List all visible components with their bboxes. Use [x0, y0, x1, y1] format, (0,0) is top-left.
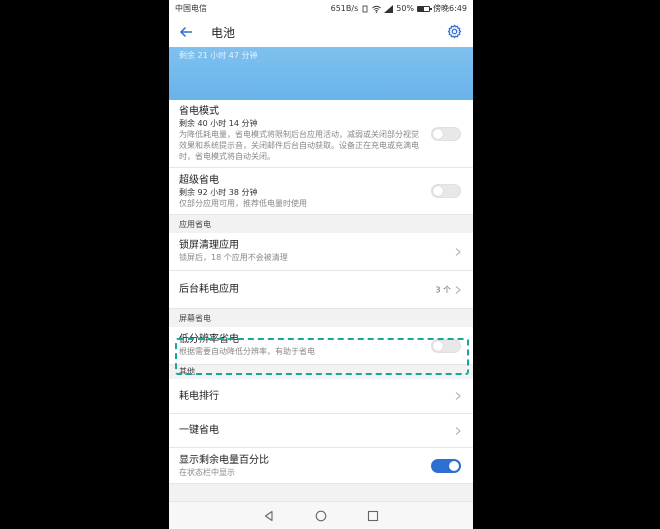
battery-fill [418, 6, 424, 11]
vibrate-icon [362, 5, 368, 12]
one-key-saving-title: 一键省电 [179, 425, 219, 436]
low-resolution-toggle[interactable] [431, 338, 461, 353]
toggle-knob [449, 460, 459, 471]
settings-list: 省电模式 剩余 40 小时 14 分钟 为降低耗电量，省电模式将限制后台应用活动… [169, 100, 473, 484]
show-percentage-desc: 在状态栏中显示 [179, 468, 235, 477]
lock-screen-clean-control [455, 247, 461, 256]
ultra-saving-title: 超级省电 [179, 175, 219, 186]
battery-header: 剩余 21 小时 47 分钟 [169, 47, 473, 100]
ultra-saving-toggle[interactable] [431, 184, 461, 198]
section-other: 其他 [169, 365, 473, 379]
power-ranking-item[interactable]: 耗电排行 [169, 379, 473, 414]
chevron-right-icon [455, 392, 461, 400]
low-resolution-item[interactable]: 低分辨率省电 根据需要自动降低分辨率，有助于省电 [169, 327, 473, 365]
power-saving-title: 省电模式 [179, 106, 219, 117]
power-saving-desc: 为降低耗电量，省电模式将限制后台应用活动，减弱或关闭部分视觉效果和系统提示音，关… [179, 130, 419, 161]
arrow-left-icon [179, 26, 192, 38]
phone-screen: 中国电信 651B/s 50% 傍晚6:49 电池 剩余 21 小时 47 分钟… [169, 0, 473, 529]
one-key-saving-item[interactable]: 一键省电 [169, 414, 473, 448]
power-saving-remaining: 剩余 40 小时 14 分钟 [179, 119, 258, 128]
background-apps-count: 3 个 [435, 285, 451, 294]
section-screen-saving: 屏幕省电 [169, 309, 473, 327]
toggle-knob [433, 340, 443, 351]
section-app-saving: 应用省电 [169, 215, 473, 233]
clock: 傍晚6:49 [433, 4, 467, 13]
battery-percent: 50% [396, 4, 415, 13]
lock-screen-clean-item[interactable]: 锁屏清理应用 锁屏后，18 个应用不会被清理 [169, 233, 473, 271]
navigation-bar [169, 501, 473, 529]
power-ranking-title: 耗电排行 [179, 391, 219, 402]
ultra-saving-remaining: 剩余 92 小时 38 分钟 [179, 188, 258, 197]
back-button[interactable] [179, 23, 197, 41]
settings-button[interactable] [447, 24, 463, 40]
lock-screen-clean-desc: 锁屏后，18 个应用不会被清理 [179, 253, 288, 262]
show-percentage-toggle[interactable] [431, 458, 461, 473]
nav-back-button[interactable] [263, 510, 275, 522]
lock-screen-clean-title: 锁屏清理应用 [179, 240, 239, 251]
power-saving-toggle[interactable] [431, 126, 461, 141]
one-key-saving-control [455, 426, 461, 435]
ultra-power-saving-item[interactable]: 超级省电 剩余 92 小时 38 分钟 仅部分应用可用，推荐低电量时使用 [169, 168, 473, 215]
low-resolution-desc: 根据需要自动降低分辨率，有助于省电 [179, 347, 315, 356]
show-percentage-control [431, 458, 461, 473]
battery-icon [417, 5, 433, 12]
power-saving-mode-item[interactable]: 省电模式 剩余 40 小时 14 分钟 为降低耗电量，省电模式将限制后台应用活动… [169, 100, 473, 168]
wifi-icon [372, 5, 382, 13]
square-recents-icon [367, 510, 379, 521]
power-ranking-control [455, 392, 461, 401]
background-apps-title: 后台耗电应用 [179, 284, 239, 295]
toggle-knob [433, 186, 443, 196]
toggle-knob [433, 128, 443, 139]
remaining-time: 剩余 21 小时 47 分钟 [179, 51, 258, 60]
nav-recents-button[interactable] [367, 510, 379, 522]
low-resolution-title: 低分辨率省电 [179, 334, 239, 345]
app-bar: 电池 [169, 17, 473, 47]
show-percentage-item[interactable]: 显示剩余电量百分比 在状态栏中显示 [169, 448, 473, 484]
show-percentage-title: 显示剩余电量百分比 [179, 455, 269, 466]
carrier-label: 中国电信 [175, 4, 207, 13]
triangle-back-icon [264, 510, 273, 521]
network-speed: 651B/s [330, 4, 359, 13]
chevron-right-icon [455, 426, 461, 435]
power-saving-control [431, 126, 461, 141]
status-bar: 中国电信 651B/s 50% 傍晚6:49 [169, 0, 473, 17]
chevron-right-icon [455, 247, 461, 256]
low-resolution-control [431, 338, 461, 353]
chevron-right-icon [455, 285, 461, 294]
ultra-saving-control [431, 184, 461, 198]
background-apps-control: 3 个 [435, 284, 461, 295]
status-right: 651B/s 50% 傍晚6:49 [331, 3, 467, 14]
circle-home-icon [315, 510, 327, 521]
ultra-saving-desc: 仅部分应用可用，推荐低电量时使用 [179, 199, 307, 208]
signal-icon [384, 4, 394, 13]
gear-icon [447, 24, 462, 39]
background-apps-item[interactable]: 后台耗电应用 3 个 [169, 271, 473, 309]
page-title: 电池 [211, 25, 236, 40]
nav-home-button[interactable] [315, 510, 327, 522]
